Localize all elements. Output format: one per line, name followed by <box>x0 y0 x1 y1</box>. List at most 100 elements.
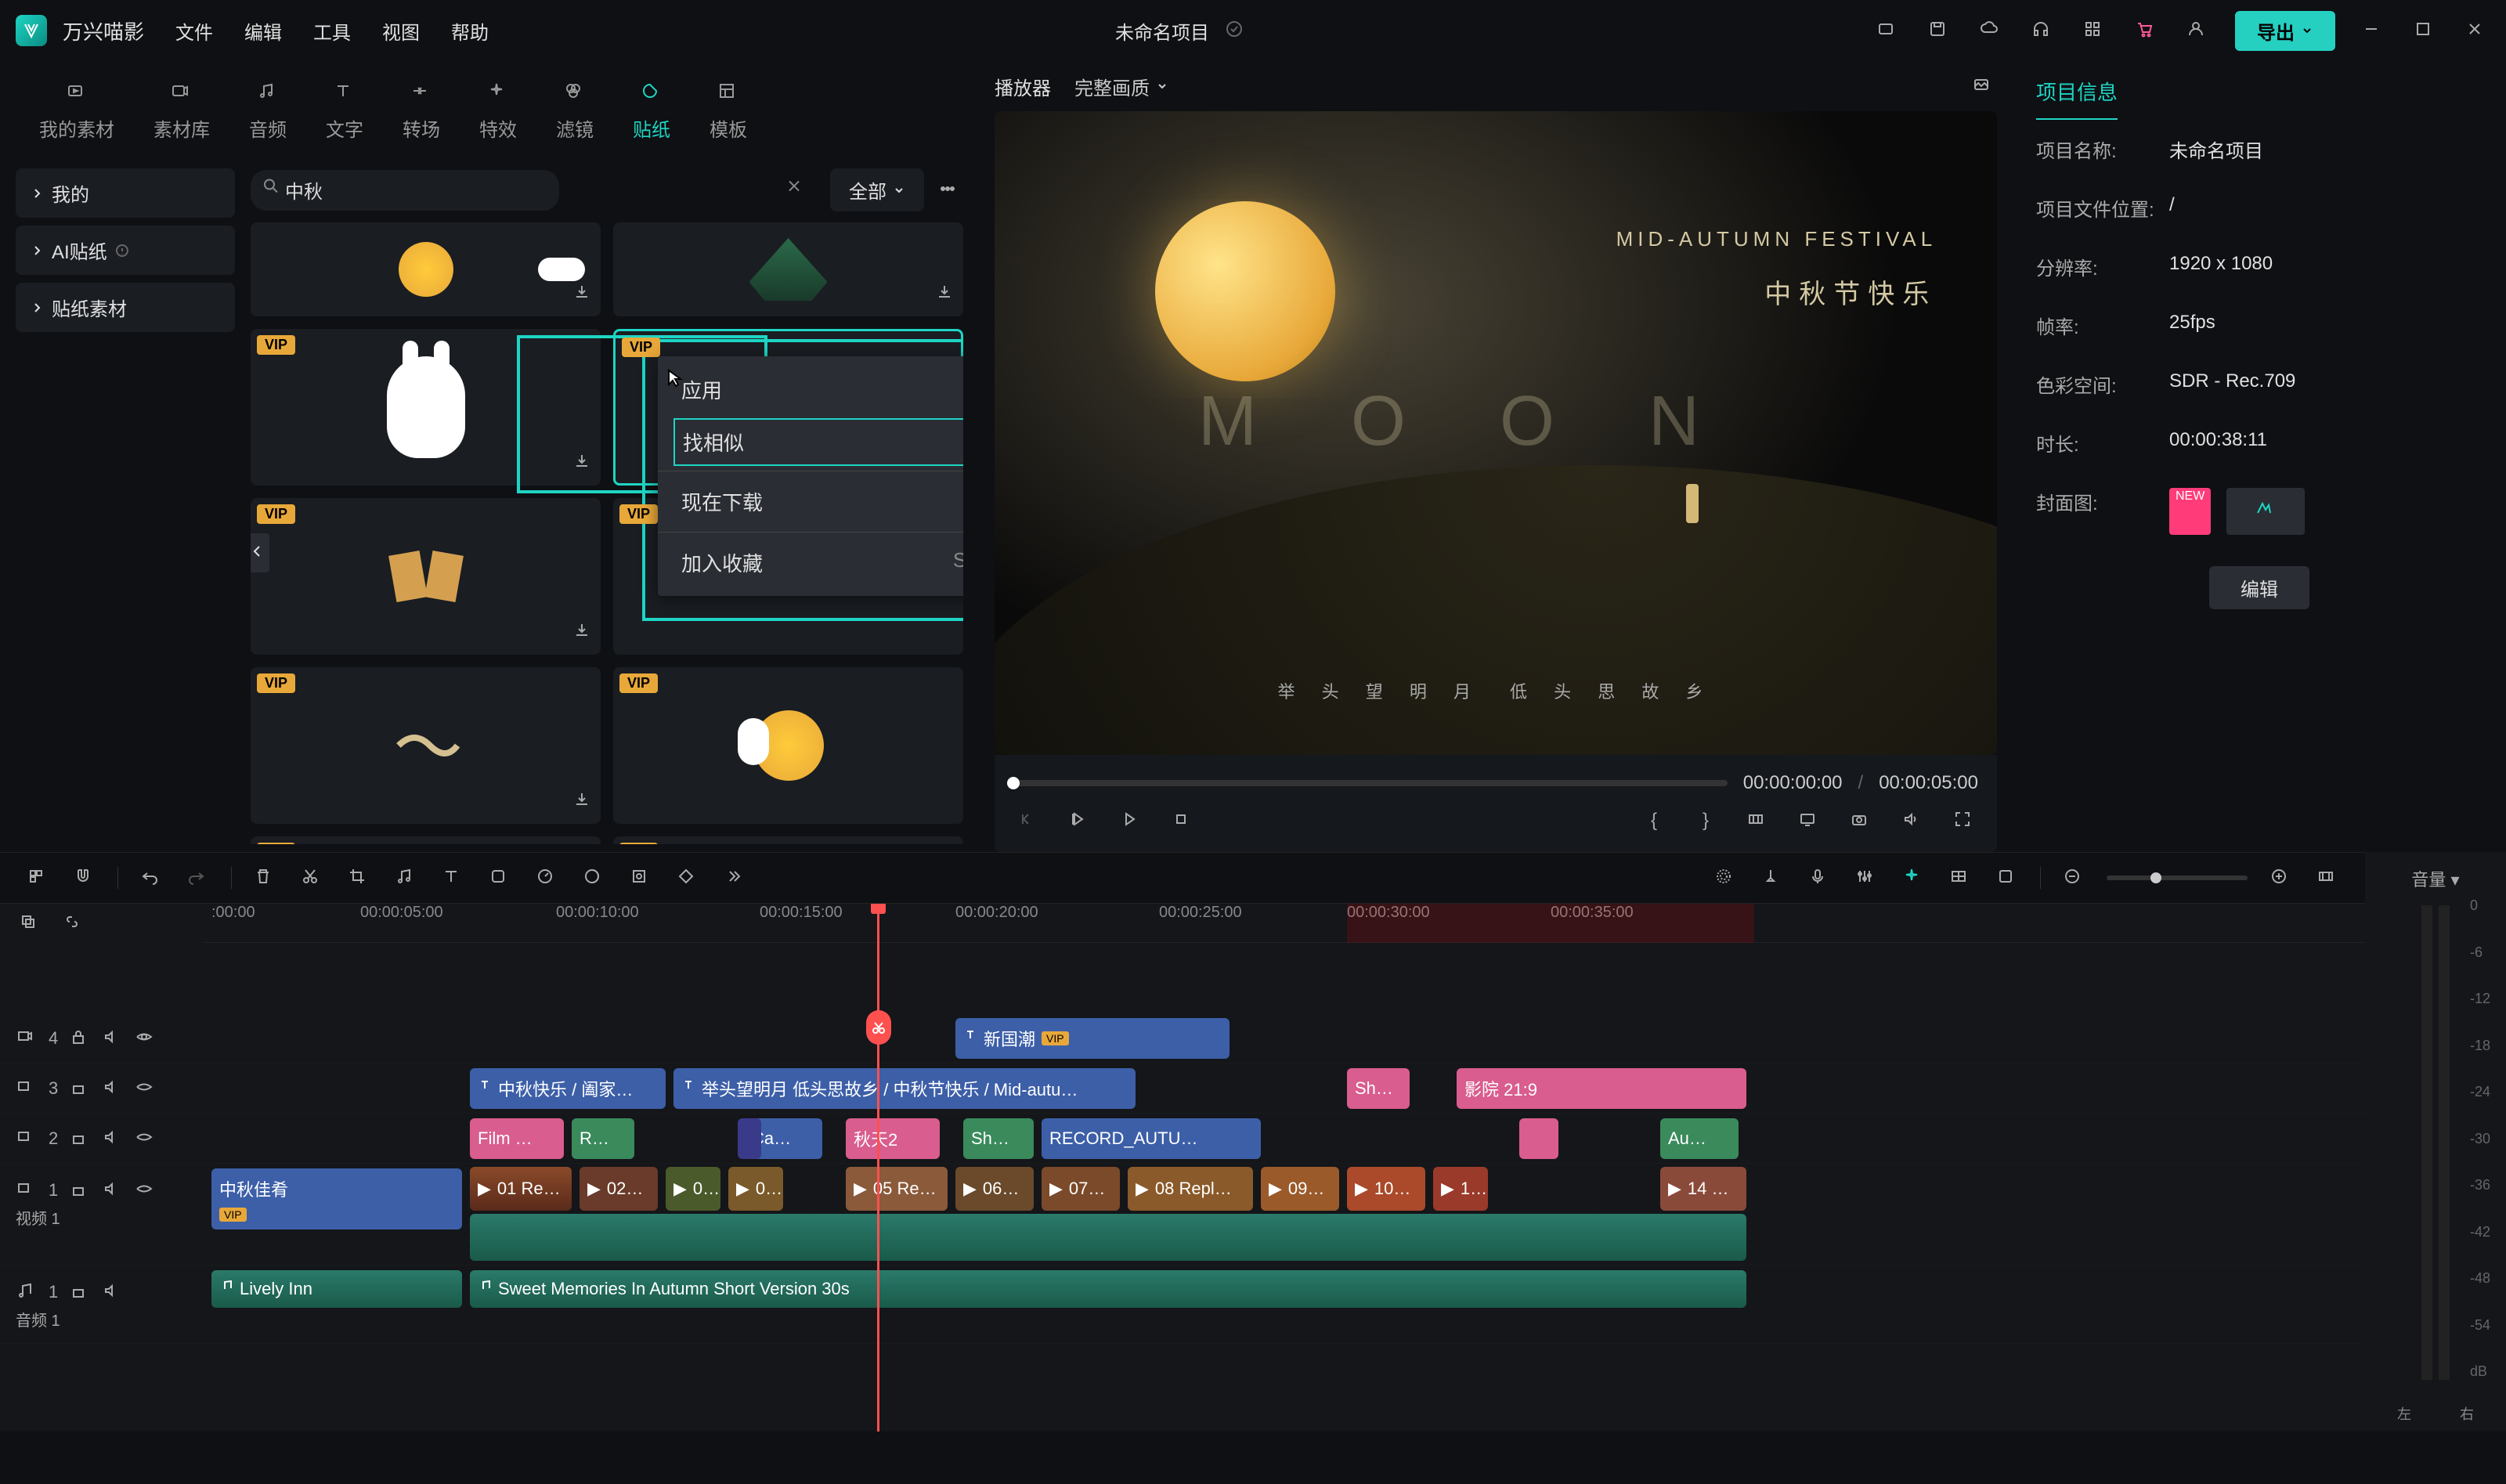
tb-more-icon[interactable] <box>720 864 749 892</box>
tb-copy-icon[interactable] <box>16 909 44 937</box>
clip[interactable]: ▶ 0… <box>728 1167 783 1211</box>
mute-icon[interactable] <box>102 1128 124 1150</box>
headphones-icon[interactable] <box>2028 16 2056 45</box>
fullscreen-icon[interactable] <box>1950 807 1978 835</box>
asset-card[interactable]: VIP <box>251 667 601 824</box>
track-header-video1[interactable]: 1 视频 1 <box>0 1164 204 1266</box>
clip[interactable]: Sh… <box>1347 1068 1410 1109</box>
menu-tools[interactable]: 工具 <box>313 17 351 45</box>
clip-audio[interactable] <box>470 1214 1746 1261</box>
asset-card[interactable] <box>251 222 601 316</box>
clip[interactable]: 新国潮VIP <box>955 1018 1230 1059</box>
more-icon[interactable] <box>935 176 963 204</box>
tb-detect-icon[interactable] <box>626 864 655 892</box>
stop-button[interactable] <box>1168 807 1197 835</box>
ctx-favorite[interactable]: 加入收藏Shift+F <box>658 537 963 588</box>
lock-icon[interactable] <box>69 1281 91 1303</box>
lock-icon[interactable] <box>69 1128 91 1150</box>
minimize-button[interactable] <box>2359 16 2387 45</box>
clip[interactable]: ▶ 07… <box>1042 1167 1120 1211</box>
track-video1[interactable]: 中秋佳肴VIP ▶ 01 Re… ▶ 02… ▶ 0… ▶ 0… ▶ 05 Re… <box>204 1164 2365 1266</box>
mute-icon[interactable] <box>102 1281 124 1303</box>
zoom-slider[interactable] <box>2107 876 2248 880</box>
clip[interactable]: ▶ 09… <box>1261 1167 1339 1211</box>
scrubber[interactable] <box>1013 780 1728 786</box>
scrub-handle[interactable] <box>1007 777 1020 789</box>
mute-icon[interactable] <box>102 1179 124 1201</box>
sidebar-item-my[interactable]: 我的 <box>16 168 235 218</box>
apps-icon[interactable] <box>2080 16 2108 45</box>
nav-left-button[interactable] <box>251 533 269 572</box>
track-header-audio1[interactable]: 1 音频 1 <box>0 1266 204 1344</box>
tb-music-icon[interactable] <box>392 864 420 892</box>
tb-speed-icon[interactable] <box>533 864 561 892</box>
clip[interactable]: ▶ 01 Re… <box>470 1167 572 1211</box>
lock-icon[interactable] <box>69 1078 91 1099</box>
lock-icon[interactable] <box>69 1179 91 1201</box>
preview-viewport[interactable]: MID-AUTUMN FESTIVAL 中秋节快乐 MOON 举 头 望 明 月… <box>995 111 1997 755</box>
camera-icon[interactable] <box>1847 807 1875 835</box>
track-4[interactable]: 新国潮VIP <box>204 1013 2365 1063</box>
clip[interactable]: ▶ 14 … <box>1660 1167 1746 1211</box>
tab-filters[interactable]: 滤镜 <box>556 77 594 142</box>
sidebar-item-ai[interactable]: AI贴纸 <box>16 226 235 275</box>
clip[interactable]: R… <box>572 1118 634 1159</box>
clip[interactable]: Au… <box>1660 1118 1739 1159</box>
asset-card[interactable]: VIP <box>251 498 601 655</box>
clip[interactable]: 影院 21:9 <box>1457 1068 1746 1109</box>
menu-file[interactable]: 文件 <box>175 17 213 45</box>
zoom-in-icon[interactable] <box>2266 864 2295 892</box>
meter-label[interactable]: 音量 ▾ <box>2373 860 2498 897</box>
ruler[interactable]: :00:00 00:00:05:00 00:00:10:00 00:00:15:… <box>204 904 2365 943</box>
quality-select[interactable]: 完整画质 <box>1074 73 1168 100</box>
asset-card[interactable]: VIP <box>613 836 963 844</box>
ctx-find-similar[interactable]: 找相似 <box>673 418 963 466</box>
ratio-icon[interactable] <box>1743 807 1771 835</box>
menu-help[interactable]: 帮助 <box>451 17 489 45</box>
display-icon[interactable] <box>1795 807 1823 835</box>
tb-render-icon[interactable] <box>1993 864 2021 892</box>
tb-text-icon[interactable] <box>439 864 467 892</box>
clip[interactable]: 中秋佳肴VIP <box>211 1168 462 1229</box>
zoom-fit-icon[interactable] <box>2313 864 2342 892</box>
save-icon[interactable] <box>1925 16 1953 45</box>
tb-mixer-icon[interactable] <box>1852 864 1880 892</box>
volume-icon[interactable] <box>1898 807 1926 835</box>
ctx-apply[interactable]: 应用Alt+A <box>658 364 963 415</box>
tb-grid-icon[interactable] <box>1946 864 1974 892</box>
track-audio1[interactable]: Lively Inn Sweet Memories In Autumn Shor… <box>204 1266 2365 1344</box>
clip[interactable]: 秋天2 <box>846 1118 940 1159</box>
prev-frame-button[interactable] <box>1013 807 1042 835</box>
tb-shape-icon[interactable] <box>486 864 514 892</box>
eye-icon[interactable] <box>135 1128 157 1150</box>
cloud-icon[interactable] <box>1977 16 2005 45</box>
tab-audio[interactable]: 音频 <box>249 77 287 142</box>
clear-search-icon[interactable] <box>785 176 807 204</box>
zoom-out-icon[interactable] <box>2060 864 2088 892</box>
tb-marker-icon[interactable] <box>1758 864 1786 892</box>
play-solo-button[interactable] <box>1117 807 1145 835</box>
tab-transition[interactable]: 转场 <box>403 77 440 142</box>
export-button[interactable]: 导出 <box>2235 11 2335 51</box>
asset-card[interactable] <box>613 222 963 316</box>
clip[interactable]: 举头望明月 低头思故乡 / 中秋节快乐 / Mid-autu… <box>673 1068 1136 1109</box>
tab-text[interactable]: 文字 <box>326 77 363 142</box>
clip[interactable]: Sweet Memories In Autumn Short Version 3… <box>470 1270 1746 1308</box>
lock-icon[interactable] <box>69 1027 91 1049</box>
close-button[interactable] <box>2462 16 2490 45</box>
clip[interactable]: Lively Inn <box>211 1270 462 1308</box>
tb-link-icon[interactable] <box>60 909 88 937</box>
eye-icon[interactable] <box>135 1027 157 1049</box>
edit-button[interactable]: 编辑 <box>2209 566 2309 609</box>
tb-redo-icon[interactable] <box>184 864 212 892</box>
clip[interactable]: ▶ 06… <box>955 1167 1034 1211</box>
eye-icon[interactable] <box>135 1078 157 1099</box>
asset-card[interactable]: VIP <box>251 836 601 844</box>
tb-auto-icon[interactable] <box>1711 864 1739 892</box>
search-input[interactable] <box>251 170 559 211</box>
track-header-2[interactable]: 2 <box>0 1114 204 1164</box>
clip[interactable] <box>738 1118 761 1159</box>
tb-delete-icon[interactable] <box>251 864 279 892</box>
mute-icon[interactable] <box>102 1027 124 1049</box>
clip[interactable]: ▶ 1… <box>1433 1167 1488 1211</box>
